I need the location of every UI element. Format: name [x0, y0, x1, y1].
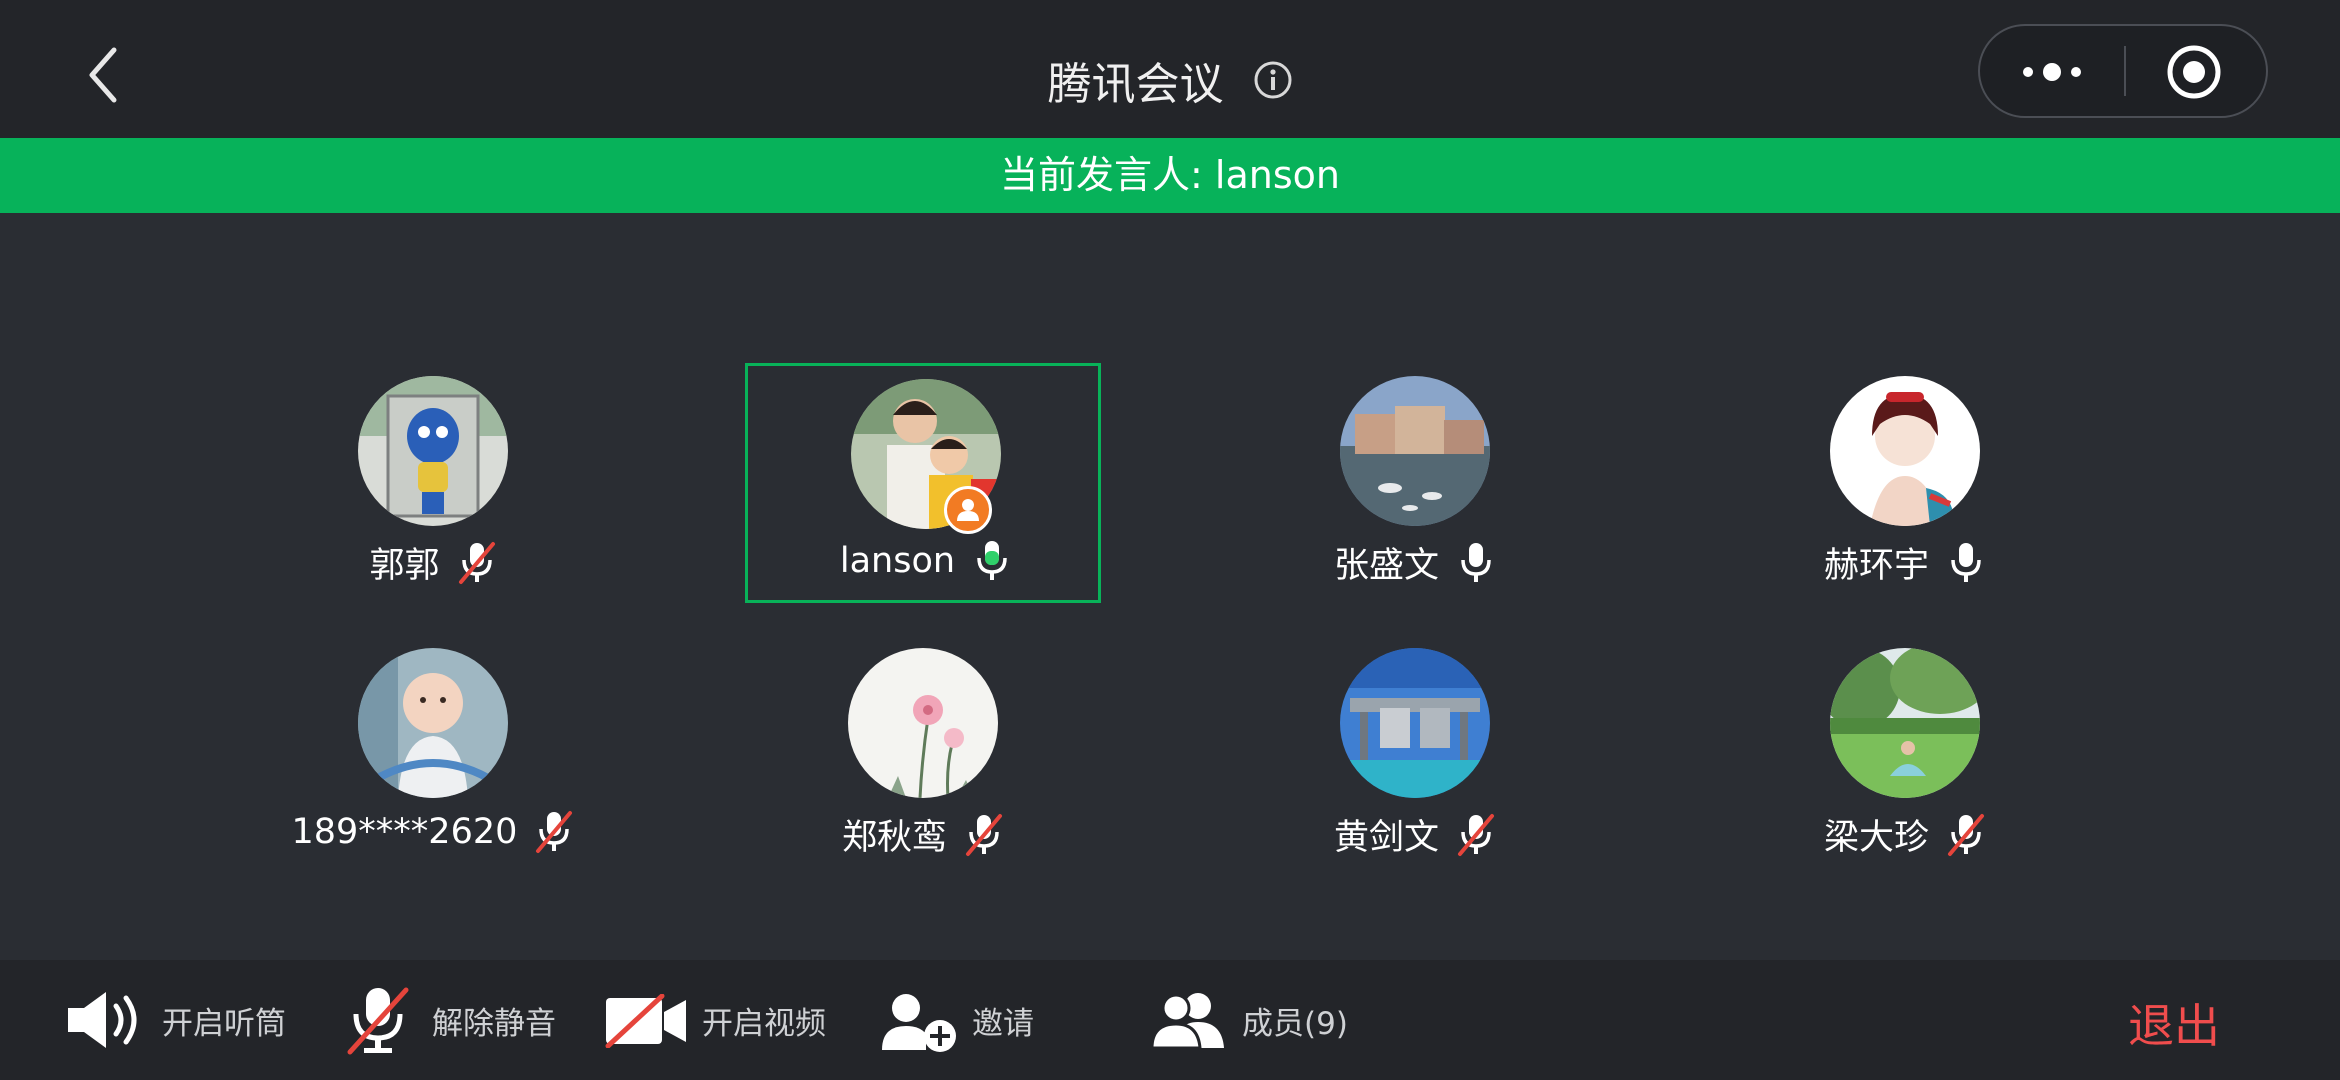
bottom-toolbar: 开启听筒 解除静音 开启视频 邀请 成员(9) 退出 [0, 960, 2340, 1080]
current-speaker-banner: 当前发言人: lanson [0, 138, 2340, 213]
mini-program-capsule [1978, 24, 2268, 118]
participant-tile[interactable]: 张盛文 [1237, 363, 1593, 603]
mic-muted-icon [1946, 812, 1986, 858]
top-bar: 腾讯会议 [0, 0, 2340, 138]
avatar [358, 648, 508, 798]
speaker-icon [68, 992, 137, 1048]
members-icon [1150, 993, 1224, 1050]
unmute-button[interactable]: 解除静音 [346, 960, 576, 1080]
participant-name: 郭郭 [369, 546, 440, 586]
avatar [1830, 376, 1980, 526]
members-button[interactable]: 成员(9) [1150, 960, 1370, 1080]
unmute-label: 解除静音 [432, 1006, 556, 1042]
mic-muted-icon [1456, 812, 1496, 858]
participant-name-row: 郭郭 [255, 537, 611, 588]
more-dots-icon [2023, 63, 2081, 81]
participant-tile[interactable]: 郑秋鸾 [745, 635, 1101, 875]
mic-on-icon [1456, 540, 1496, 586]
avatar [358, 376, 508, 526]
page-title: 腾讯会议 [1047, 59, 1224, 110]
members-label: 成员(9) [1242, 1006, 1348, 1042]
avatar [1830, 648, 1980, 798]
participant-name: 郑秋鸾 [841, 818, 947, 858]
participant-name-row: 张盛文 [1237, 537, 1593, 588]
mic-muted-icon [534, 809, 574, 855]
add-user-icon [882, 994, 956, 1052]
start-video-label: 开启视频 [702, 1006, 826, 1042]
start-video-button[interactable]: 开启视频 [604, 960, 834, 1080]
participant-name-row: 赫环宇 [1727, 537, 2083, 588]
video-off-icon [605, 994, 686, 1048]
avatar [848, 648, 998, 798]
participant-name-row: lanson [748, 538, 1104, 584]
participant-tile[interactable]: 189****2620 [255, 635, 611, 875]
participant-name-row: 黄剑文 [1237, 809, 1593, 860]
participant-name: lanson [839, 541, 956, 581]
participant-name: 赫环宇 [1823, 546, 1929, 586]
mic-muted-icon [347, 987, 409, 1055]
more-button[interactable] [1980, 26, 2124, 116]
participant-name: 189****2620 [291, 812, 518, 852]
participant-name: 张盛文 [1333, 546, 1439, 586]
exit-button[interactable]: 退出 [2128, 990, 2220, 1056]
mic-muted-icon [457, 540, 497, 586]
participant-tile-active[interactable]: lanson [745, 363, 1101, 603]
participant-tile[interactable]: 郭郭 [255, 363, 611, 603]
participant-name-row: 189****2620 [255, 809, 611, 855]
participant-tile[interactable]: 黄剑文 [1237, 635, 1593, 875]
invite-button[interactable]: 邀请 [880, 960, 1060, 1080]
avatar [1340, 648, 1490, 798]
participant-name: 梁大珍 [1823, 818, 1929, 858]
host-badge-icon [944, 486, 992, 534]
mic-muted-icon [964, 812, 1004, 858]
info-icon[interactable] [1253, 60, 1293, 100]
speaker-button[interactable]: 开启听筒 [64, 960, 304, 1080]
invite-label: 邀请 [972, 1006, 1034, 1042]
participant-name: 黄剑文 [1333, 818, 1439, 858]
avatar [1340, 376, 1490, 526]
target-close-icon [2167, 45, 2221, 99]
mic-speaking-icon [972, 538, 1012, 584]
speaker-label: 开启听筒 [162, 1006, 286, 1042]
participant-tile[interactable]: 梁大珍 [1727, 635, 2083, 875]
close-mini-program-button[interactable] [2126, 26, 2266, 116]
participant-name-row: 郑秋鸾 [745, 809, 1101, 860]
participant-grid: 郭郭 lanson 张盛文 赫环宇 189****2620 郑秋鸾 黄剑文 梁大… [0, 213, 2340, 960]
mic-on-icon [1946, 540, 1986, 586]
participant-name-row: 梁大珍 [1727, 809, 2083, 860]
participant-tile[interactable]: 赫环宇 [1727, 363, 2083, 603]
